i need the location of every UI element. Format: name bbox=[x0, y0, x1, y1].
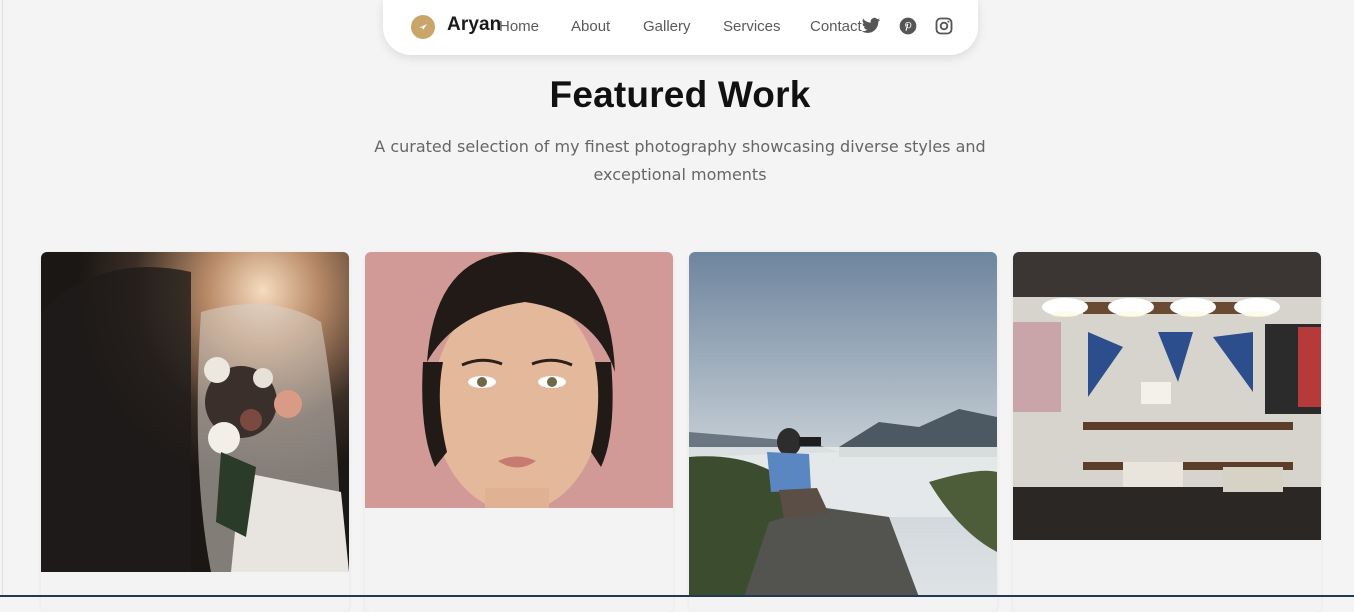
gallery-card-interior[interactable] bbox=[1013, 252, 1321, 612]
gallery-card-portrait[interactable] bbox=[365, 252, 673, 612]
twitter-icon[interactable] bbox=[861, 16, 881, 36]
gallery-card-landscape[interactable] bbox=[689, 252, 997, 612]
page-subtitle: A curated selection of my finest photogr… bbox=[350, 133, 1010, 189]
gallery-card-wedding[interactable] bbox=[41, 252, 349, 612]
logo-icon[interactable] bbox=[411, 15, 435, 39]
wedding-couple-bouquet-photo bbox=[41, 252, 349, 572]
page-title: Featured Work bbox=[0, 74, 1354, 116]
nav-link-about[interactable]: About bbox=[571, 18, 610, 35]
woman-portrait-pink-background-photo bbox=[365, 252, 673, 508]
instagram-icon[interactable] bbox=[934, 16, 954, 36]
top-navigation: Aryan Home About Gallery Services Contac… bbox=[383, 0, 978, 55]
nav-link-gallery[interactable]: Gallery bbox=[643, 18, 691, 35]
nav-link-contact[interactable]: Contact bbox=[810, 18, 862, 35]
clothing-store-interior-photo bbox=[1013, 252, 1321, 540]
nav-link-services[interactable]: Services bbox=[723, 18, 781, 35]
brand-name[interactable]: Aryan bbox=[447, 14, 501, 36]
nav-link-home[interactable]: Home bbox=[499, 18, 539, 35]
photographer-on-mountain-rock-photo bbox=[689, 252, 997, 597]
pinterest-icon[interactable] bbox=[898, 16, 918, 36]
